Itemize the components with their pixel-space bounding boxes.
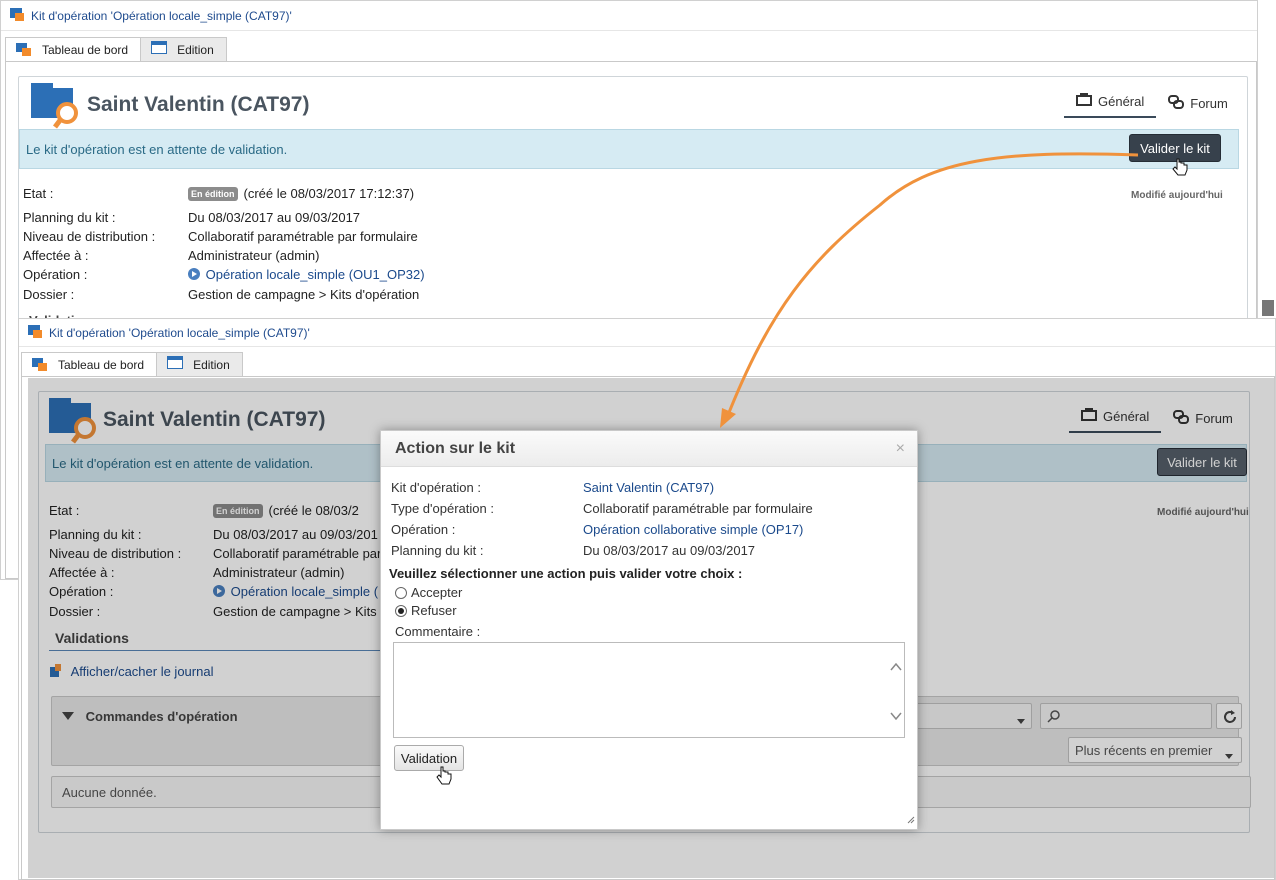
- annotation-arrow: [720, 152, 1139, 428]
